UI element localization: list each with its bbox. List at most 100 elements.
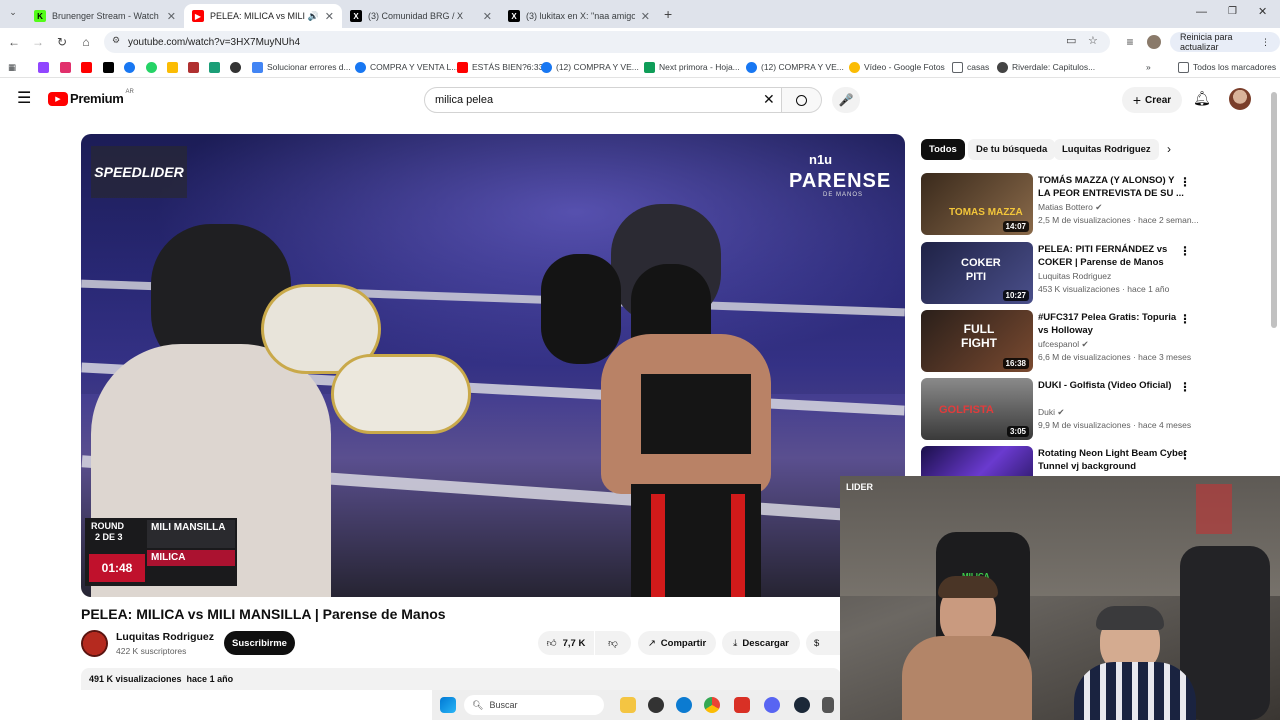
- close-icon[interactable]: ✕: [641, 10, 650, 23]
- bookmark-x-icon[interactable]: [103, 60, 118, 74]
- bookmark-app-icon[interactable]: [209, 60, 224, 74]
- bookmark-whatsapp-icon[interactable]: [146, 60, 161, 74]
- chip-from-search[interactable]: De tu búsqueda: [968, 139, 1056, 160]
- bookmark-globe-icon[interactable]: [230, 60, 245, 74]
- discord-icon[interactable]: [764, 697, 780, 713]
- tab-3[interactable]: X (3) Comunidad BRG / X ✕: [342, 4, 500, 28]
- windows-start-icon[interactable]: [440, 697, 456, 713]
- bookmark-item[interactable]: Vídeo - Google Fotos: [849, 60, 945, 74]
- recommendation-channel[interactable]: Duki ✔: [1038, 407, 1065, 418]
- bookmark-youtube-icon[interactable]: [81, 60, 96, 74]
- tab-4[interactable]: X (3) lukitax en X: "naa amigo qu ✕: [500, 4, 658, 28]
- recommendation-title[interactable]: DUKI - Golfista (Video Oficial): [1038, 379, 1188, 392]
- edge-icon[interactable]: [676, 697, 692, 713]
- search-input[interactable]: milica pelea ✕: [424, 87, 782, 113]
- back-icon[interactable]: ←: [6, 34, 22, 50]
- video-thumbnail[interactable]: COKER PITI 10:27: [921, 242, 1033, 304]
- apps-icon[interactable]: ▦: [8, 60, 16, 74]
- close-icon[interactable]: ✕: [325, 10, 334, 23]
- recommendation-item[interactable]: FULL FIGHT 16:38 #UFC317 Pelea Gratis: T…: [921, 310, 1191, 372]
- video-thumbnail[interactable]: GOLFISTA 3:05: [921, 378, 1033, 440]
- bookmark-item[interactable]: Solucionar errores d...: [252, 60, 351, 74]
- chrome-icon[interactable]: [704, 697, 720, 713]
- create-button[interactable]: + Crear: [1122, 87, 1182, 113]
- bookmark-item[interactable]: ESTÁS BIEN?6:33: [457, 60, 543, 74]
- minimize-icon[interactable]: —: [1196, 6, 1207, 18]
- more-actions-icon[interactable]: ⋮: [1179, 312, 1191, 326]
- more-actions-icon[interactable]: ⋮: [1179, 175, 1191, 189]
- bookmark-item[interactable]: Riverdale: Capitulos...: [997, 60, 1095, 74]
- tab-2[interactable]: ▶ PELEA: MILICA vs MILI MAN 🔊 ✕: [184, 4, 342, 28]
- recommendation-title[interactable]: TOMÁS MAZZA (Y ALONSO) Y LA PEOR ENTREVI…: [1038, 174, 1188, 200]
- reload-icon[interactable]: ↻: [54, 34, 70, 50]
- recommendation-item[interactable]: TOMAS MAZZA 14:07 TOMÁS MAZZA (Y ALONSO)…: [921, 173, 1199, 235]
- close-icon[interactable]: ✕: [167, 10, 176, 23]
- more-actions-icon[interactable]: ⋮: [1179, 448, 1191, 462]
- file-explorer-icon[interactable]: [620, 697, 636, 713]
- more-actions-icon[interactable]: ⋮: [1179, 244, 1191, 258]
- channel-name[interactable]: Luquitas Rodriguez: [116, 631, 214, 643]
- search-button[interactable]: [782, 87, 822, 113]
- site-info-icon[interactable]: ⚙: [112, 35, 120, 46]
- media-controls-icon[interactable]: ≡: [1122, 34, 1138, 50]
- bookmark-image-icon[interactable]: [188, 60, 203, 74]
- bookmark-folder[interactable]: casas: [952, 60, 989, 74]
- recommendation-title[interactable]: Rotating Neon Light Beam Cyber Tunnel vj…: [1038, 447, 1188, 473]
- all-bookmarks-folder[interactable]: Todos los marcadores: [1178, 60, 1276, 74]
- chips-next-icon[interactable]: ›: [1167, 142, 1171, 156]
- app-icon[interactable]: [734, 697, 750, 713]
- recommendation-channel[interactable]: ufcespanol ✔: [1038, 339, 1089, 350]
- steam-icon[interactable]: [794, 697, 810, 713]
- chip-channel[interactable]: Luquitas Rodriguez: [1054, 139, 1159, 160]
- share-button[interactable]: ↗ Compartir: [638, 631, 716, 655]
- update-browser-button[interactable]: Reinicia para actualizar ⋮: [1170, 32, 1280, 52]
- like-button[interactable]: 👍︎ 7,7 K: [538, 631, 594, 655]
- description-box[interactable]: 491 K visualizaciones hace 1 año: [81, 668, 841, 690]
- video-player[interactable]: SPEEDLIDER n1u PARENSE DE MANOS ROUND 2 …: [81, 134, 905, 597]
- page-scrollbar[interactable]: [1271, 92, 1277, 328]
- subscribe-button[interactable]: Suscribirme: [224, 631, 295, 655]
- video-thumbnail[interactable]: [921, 446, 1033, 476]
- recommendation-channel[interactable]: Luquitas Rodriguez: [1038, 271, 1111, 281]
- recommendation-item[interactable]: GOLFISTA 3:05 DUKI - Golfista (Video Ofi…: [921, 378, 1191, 440]
- bookmark-instagram-icon[interactable]: [60, 60, 75, 74]
- close-icon[interactable]: ✕: [483, 10, 492, 23]
- cast-icon[interactable]: ▭: [1066, 34, 1076, 47]
- app-icon[interactable]: [822, 697, 834, 713]
- dislike-button[interactable]: 👎︎: [595, 631, 631, 655]
- tab-1[interactable]: K Brunenger Stream - Watch Live ✕: [26, 4, 184, 28]
- forward-icon[interactable]: →: [30, 34, 46, 50]
- recommendation-item[interactable]: Rotating Neon Light Beam Cyber Tunnel vj…: [921, 446, 1191, 476]
- more-actions-icon[interactable]: ⋮: [1179, 380, 1191, 394]
- home-icon[interactable]: ⌂: [78, 34, 94, 50]
- video-thumbnail[interactable]: FULL FIGHT 16:38: [921, 310, 1033, 372]
- bookmark-google-icon[interactable]: [167, 60, 182, 74]
- video-thumbnail[interactable]: TOMAS MAZZA 14:07: [921, 173, 1033, 235]
- speaker-icon[interactable]: 🔊: [308, 11, 319, 22]
- new-tab-icon[interactable]: +: [664, 6, 672, 22]
- recommendation-title[interactable]: PELEA: PITI FERNÁNDEZ vs COKER | Parense…: [1038, 243, 1188, 269]
- more-bookmarks-icon[interactable]: »: [1146, 60, 1151, 74]
- bookmark-star-icon[interactable]: ☆: [1088, 34, 1098, 47]
- bookmark-item[interactable]: Next primora - Hoja...: [644, 60, 740, 74]
- bookmark-facebook-icon[interactable]: [124, 60, 139, 74]
- bookmark-item[interactable]: (12) COMPRA Y VE...: [541, 60, 639, 74]
- recommendation-channel[interactable]: Matias Bottero ✔: [1038, 202, 1102, 213]
- address-bar[interactable]: ⚙ youtube.com/watch?v=3HX7MuyNUh4 ▭ ☆: [104, 31, 1110, 53]
- hamburger-menu-icon[interactable]: ☰: [17, 91, 31, 107]
- recommendation-title[interactable]: #UFC317 Pelea Gratis: Topuria vs Hollowa…: [1038, 311, 1188, 337]
- app-icon[interactable]: [648, 697, 664, 713]
- thanks-button[interactable]: $: [806, 631, 840, 655]
- youtube-logo[interactable]: ▶ Premium AR: [48, 89, 134, 106]
- window-close-icon[interactable]: ✕: [1258, 5, 1267, 18]
- taskbar-search[interactable]: 🔍︎ Buscar: [464, 695, 604, 715]
- profile-avatar[interactable]: [1147, 35, 1161, 49]
- recommendation-item[interactable]: COKER PITI 10:27 PELEA: PITI FERNÁNDEZ v…: [921, 242, 1191, 304]
- bookmark-item[interactable]: (12) COMPRA Y VE...: [746, 60, 844, 74]
- restore-icon[interactable]: ❐: [1228, 6, 1237, 17]
- bookmark-twitch-icon[interactable]: [38, 60, 53, 74]
- channel-avatar[interactable]: [81, 630, 108, 657]
- download-button[interactable]: ⤓ Descargar: [722, 631, 800, 655]
- voice-search-button[interactable]: 🎤: [832, 87, 860, 113]
- tab-search-button[interactable]: ⌄: [6, 7, 20, 21]
